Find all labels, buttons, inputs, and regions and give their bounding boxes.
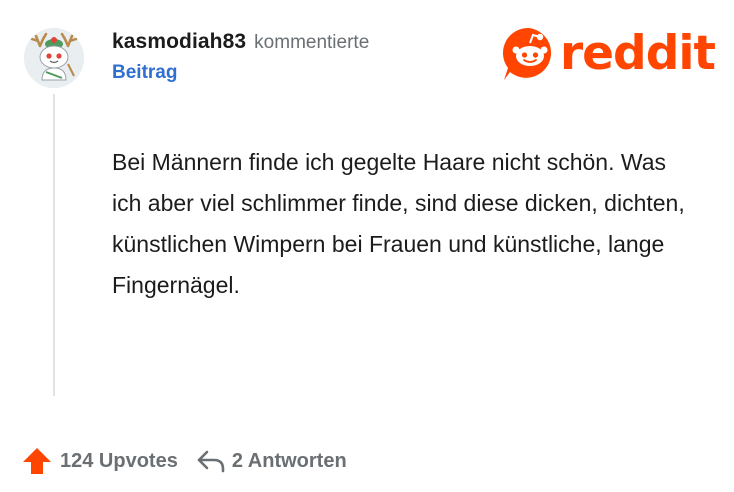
upvote-arrow-icon [23, 448, 51, 474]
username-link[interactable]: kasmodiah83 [112, 27, 246, 57]
snoo-avatar-icon [24, 28, 84, 88]
comment-meta: kasmodiah83 kommentierte Beitrag [112, 27, 369, 88]
post-link[interactable]: Beitrag [112, 58, 369, 88]
user-avatar[interactable] [24, 28, 84, 88]
thread-line [53, 94, 55, 396]
reddit-snoo-icon [502, 27, 552, 80]
upvote-count: 124 Upvotes [60, 449, 178, 472]
comment-footer: 124 Upvotes 2 Antworten [22, 444, 347, 478]
reddit-logo: reddit [500, 22, 716, 86]
upvote-button[interactable]: 124 Upvotes [22, 446, 178, 476]
reply-arrow-icon [197, 450, 225, 473]
replies-button[interactable]: 2 Antworten [196, 448, 347, 474]
comment-body: Bei Männern finde ich gegelte Haare nich… [112, 149, 685, 298]
reply-count: 2 Antworten [231, 449, 347, 472]
comment-action-label: kommentierte [254, 32, 370, 53]
reddit-wordmark: reddit [560, 26, 716, 81]
